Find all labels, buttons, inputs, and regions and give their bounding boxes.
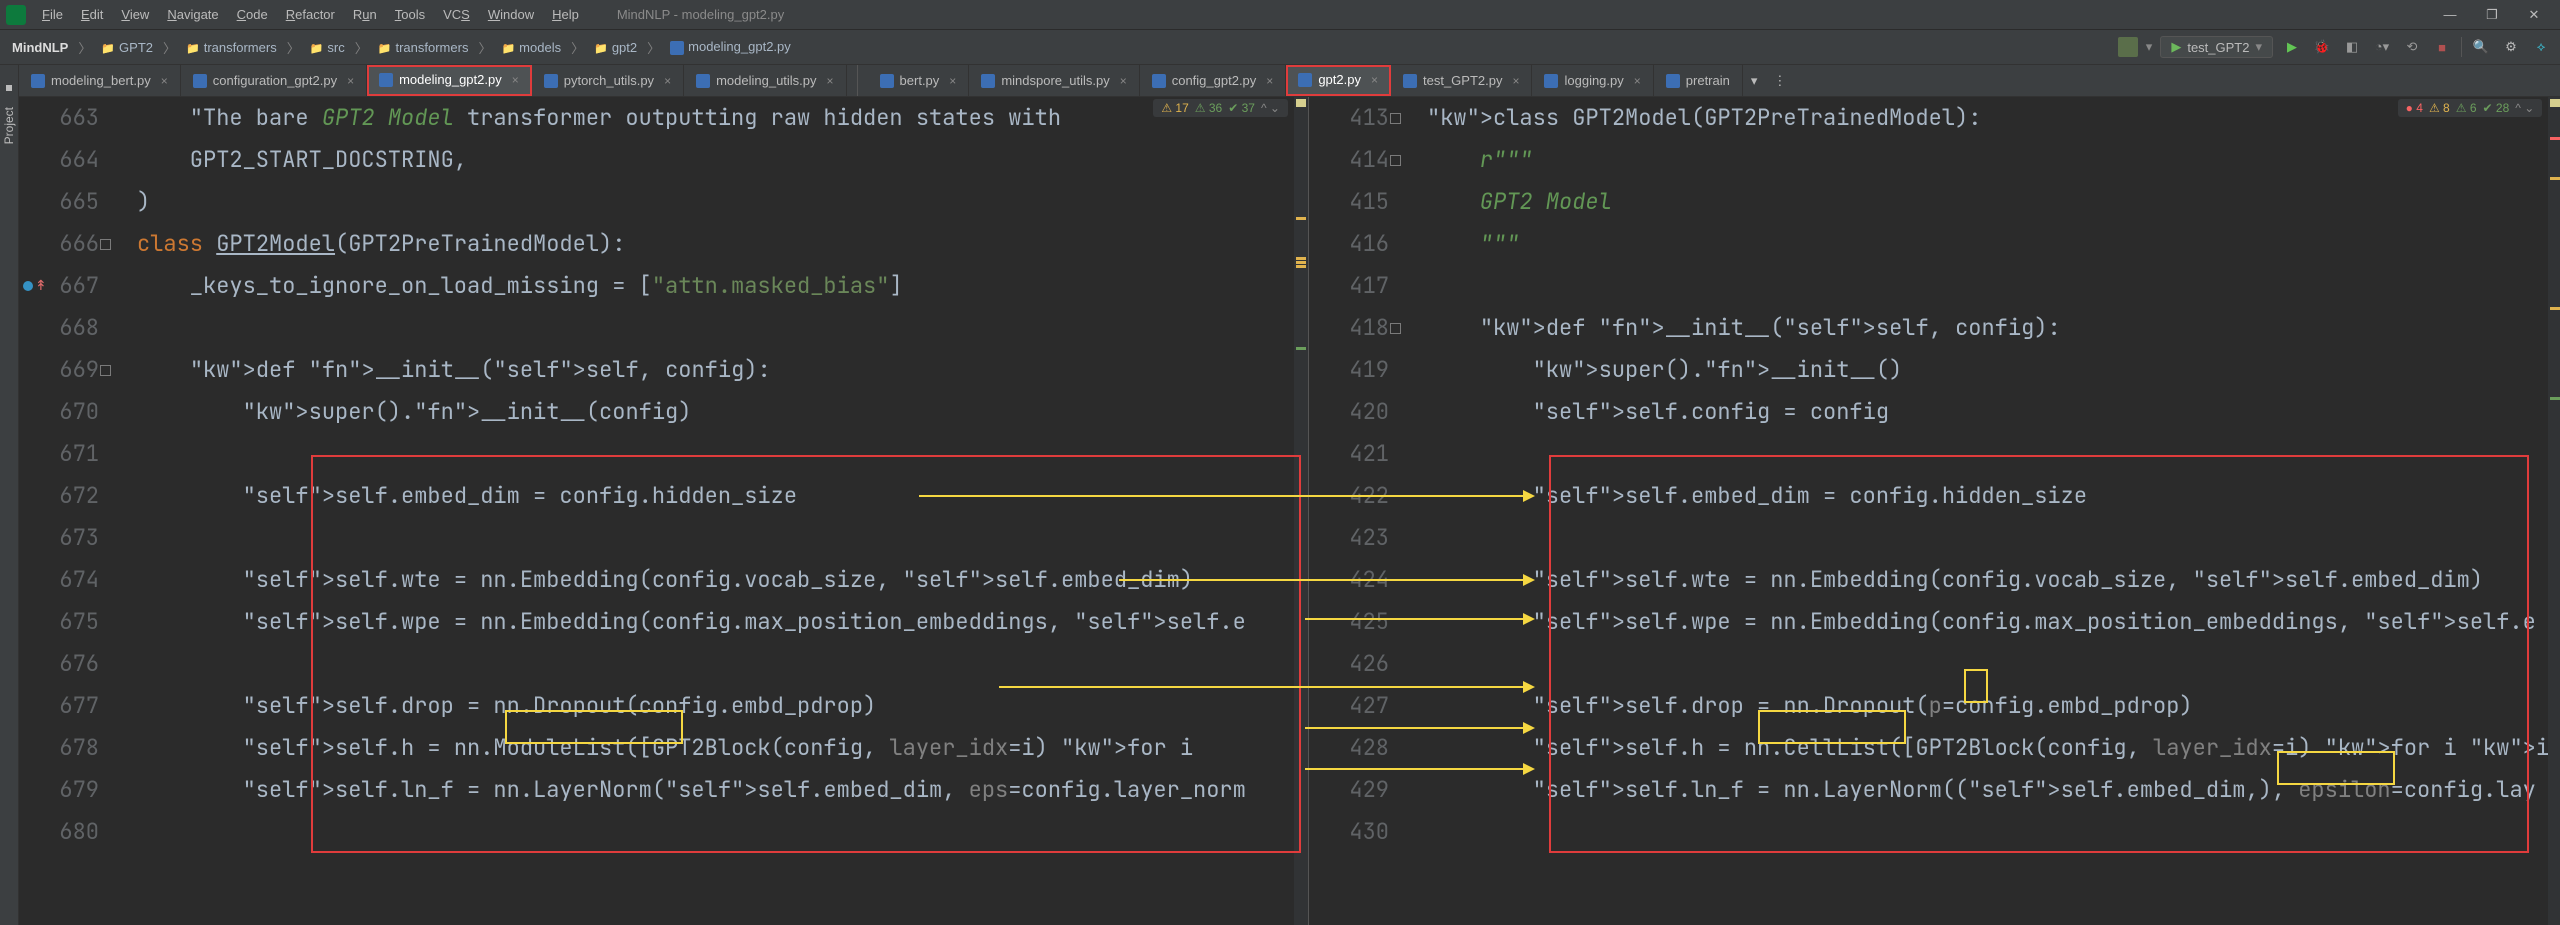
profile-button[interactable]: ◔▾ <box>2371 36 2393 58</box>
python-icon <box>696 74 710 88</box>
tab-modeling-bert[interactable]: modeling_bert.py× <box>19 65 181 96</box>
ai-button[interactable]: ⟡ <box>2530 36 2552 58</box>
close-button[interactable]: ✕ <box>2514 5 2554 25</box>
source-left[interactable]: "The bare GPT2 Model transformer outputt… <box>115 97 1308 925</box>
search-button[interactable]: 🔍 <box>2470 36 2492 58</box>
close-icon[interactable]: × <box>1634 74 1641 88</box>
python-icon <box>193 74 207 88</box>
tab-gpt2[interactable]: gpt2.py× <box>1286 65 1391 96</box>
menu-help[interactable]: Help <box>544 5 587 24</box>
tab-bert[interactable]: bert.py× <box>868 65 970 96</box>
python-icon <box>379 73 393 87</box>
minimap-left[interactable] <box>1294 97 1308 925</box>
bc-3[interactable]: src <box>306 38 349 57</box>
breadcrumb: MindNLP 〉 GPT2 〉 transformers 〉 src 〉 tr… <box>8 37 2118 57</box>
gutter-left: 663664665666667↟668669670671672673674675… <box>19 97 115 925</box>
close-icon[interactable]: × <box>827 74 834 88</box>
menu-edit[interactable]: Edit <box>73 5 111 24</box>
close-icon[interactable]: × <box>161 74 168 88</box>
minimap-right[interactable] <box>2548 97 2560 925</box>
stop-button[interactable]: ■ <box>2431 36 2453 58</box>
run-button[interactable]: ▶ <box>2281 36 2303 58</box>
bc-5[interactable]: models <box>497 38 565 57</box>
menu-refactor[interactable]: Refactor <box>278 5 343 24</box>
run-config-name: test_GPT2 <box>2187 40 2249 55</box>
close-icon[interactable]: × <box>512 73 519 87</box>
main-menu: File Edit View Navigate Code Refactor Ru… <box>34 5 587 24</box>
python-icon <box>981 74 995 88</box>
editor-pane-right: ● 4 ⚠ 8 ⚠ 6 ✔ 28 ^ ⌄ 4134144154164174184… <box>1309 97 2560 925</box>
tab-config-gpt2[interactable]: config_gpt2.py× <box>1140 65 1287 96</box>
settings-button[interactable]: ⚙ <box>2500 36 2522 58</box>
bc-root[interactable]: MindNLP <box>8 38 72 57</box>
nav-bar: MindNLP 〉 GPT2 〉 transformers 〉 src 〉 tr… <box>0 30 2560 65</box>
tab-logging[interactable]: logging.py× <box>1532 65 1653 96</box>
python-icon <box>544 74 558 88</box>
coverage-button[interactable]: ◧ <box>2341 36 2363 58</box>
python-icon <box>1666 74 1680 88</box>
bc-6[interactable]: gpt2 <box>590 38 641 57</box>
inspection-widget-left[interactable]: ⚠ 17 ⚠ 36 ✔ 37 ^ ⌄ <box>1153 99 1288 117</box>
menu-code[interactable]: Code <box>229 5 276 24</box>
python-icon <box>1544 74 1558 88</box>
bc-2[interactable]: transformers <box>182 38 281 57</box>
tab-configuration-gpt2[interactable]: configuration_gpt2.py× <box>181 65 367 96</box>
bc-4[interactable]: transformers <box>374 38 473 57</box>
tab-mindspore-utils[interactable]: mindspore_utils.py× <box>969 65 1139 96</box>
debug-button[interactable]: 🐞 <box>2311 36 2333 58</box>
app-icon <box>6 5 26 25</box>
menu-file[interactable]: File <box>34 5 71 24</box>
user-icon[interactable] <box>2118 37 2138 57</box>
menu-vcs[interactable]: VCS <box>435 5 478 24</box>
close-icon[interactable]: × <box>1371 73 1378 87</box>
python-icon <box>1152 74 1166 88</box>
gutter-right: 4134144154164174184194204214224234244254… <box>1309 97 1405 925</box>
python-icon <box>1298 73 1312 87</box>
tab-list-menu[interactable]: ⋮ <box>1765 65 1794 96</box>
tab-modeling-utils[interactable]: modeling_utils.py× <box>684 65 846 96</box>
editor-split: ⚠ 17 ⚠ 36 ✔ 37 ^ ⌄ 663664665666667↟66866… <box>19 97 2560 925</box>
menu-navigate[interactable]: Navigate <box>159 5 226 24</box>
code-right[interactable]: 4134144154164174184194204214224234244254… <box>1309 97 2560 925</box>
close-icon[interactable]: × <box>347 74 354 88</box>
minimize-button[interactable]: — <box>2430 5 2470 25</box>
window-title: MindNLP - modeling_gpt2.py <box>617 7 2430 22</box>
bc-1[interactable]: GPT2 <box>97 38 157 57</box>
tab-overflow[interactable]: ▾ <box>1743 65 1766 96</box>
menu-view[interactable]: View <box>113 5 157 24</box>
close-icon[interactable]: × <box>1512 74 1519 88</box>
editor-area: modeling_bert.py× configuration_gpt2.py×… <box>19 65 2560 925</box>
attach-button[interactable]: ⟲ <box>2401 36 2423 58</box>
python-icon <box>1403 74 1417 88</box>
editor-pane-left: ⚠ 17 ⚠ 36 ✔ 37 ^ ⌄ 663664665666667↟66866… <box>19 97 1309 925</box>
python-icon <box>31 74 45 88</box>
tab-test-gpt2[interactable]: test_GPT2.py× <box>1391 65 1533 96</box>
close-icon[interactable]: × <box>664 74 671 88</box>
tab-pytorch-utils[interactable]: pytorch_utils.py× <box>532 65 684 96</box>
maximize-button[interactable]: ❐ <box>2472 5 2512 25</box>
close-icon[interactable]: × <box>1120 74 1127 88</box>
file-tabs: modeling_bert.py× configuration_gpt2.py×… <box>19 65 2560 97</box>
inspection-widget-right[interactable]: ● 4 ⚠ 8 ⚠ 6 ✔ 28 ^ ⌄ <box>2398 99 2543 117</box>
tab-pretrain[interactable]: pretrain <box>1654 65 1743 96</box>
tab-modeling-gpt2[interactable]: modeling_gpt2.py× <box>367 65 532 96</box>
close-icon[interactable]: × <box>949 74 956 88</box>
tool-left-gutter: Project <box>0 65 19 925</box>
run-config-select[interactable]: ▶ test_GPT2 ▾ <box>2160 36 2273 58</box>
main-area: Project modeling_bert.py× configuration_… <box>0 65 2560 925</box>
source-right[interactable]: "kw">class GPT2Model(GPT2PreTrainedModel… <box>1405 97 2560 925</box>
menu-run[interactable]: Run <box>345 5 385 24</box>
python-icon <box>880 74 894 88</box>
tool-project[interactable]: Project <box>0 101 18 150</box>
bc-file[interactable]: modeling_gpt2.py <box>666 37 795 57</box>
menu-window[interactable]: Window <box>480 5 542 24</box>
close-icon[interactable]: × <box>1266 74 1273 88</box>
title-bar: File Edit View Navigate Code Refactor Ru… <box>0 0 2560 30</box>
run-toolbar: ▾ ▶ test_GPT2 ▾ ▶ 🐞 ◧ ◔▾ ⟲ ■ 🔍 ⚙ ⟡ <box>2118 36 2552 58</box>
code-left[interactable]: 663664665666667↟668669670671672673674675… <box>19 97 1308 925</box>
menu-tools[interactable]: Tools <box>387 5 433 24</box>
